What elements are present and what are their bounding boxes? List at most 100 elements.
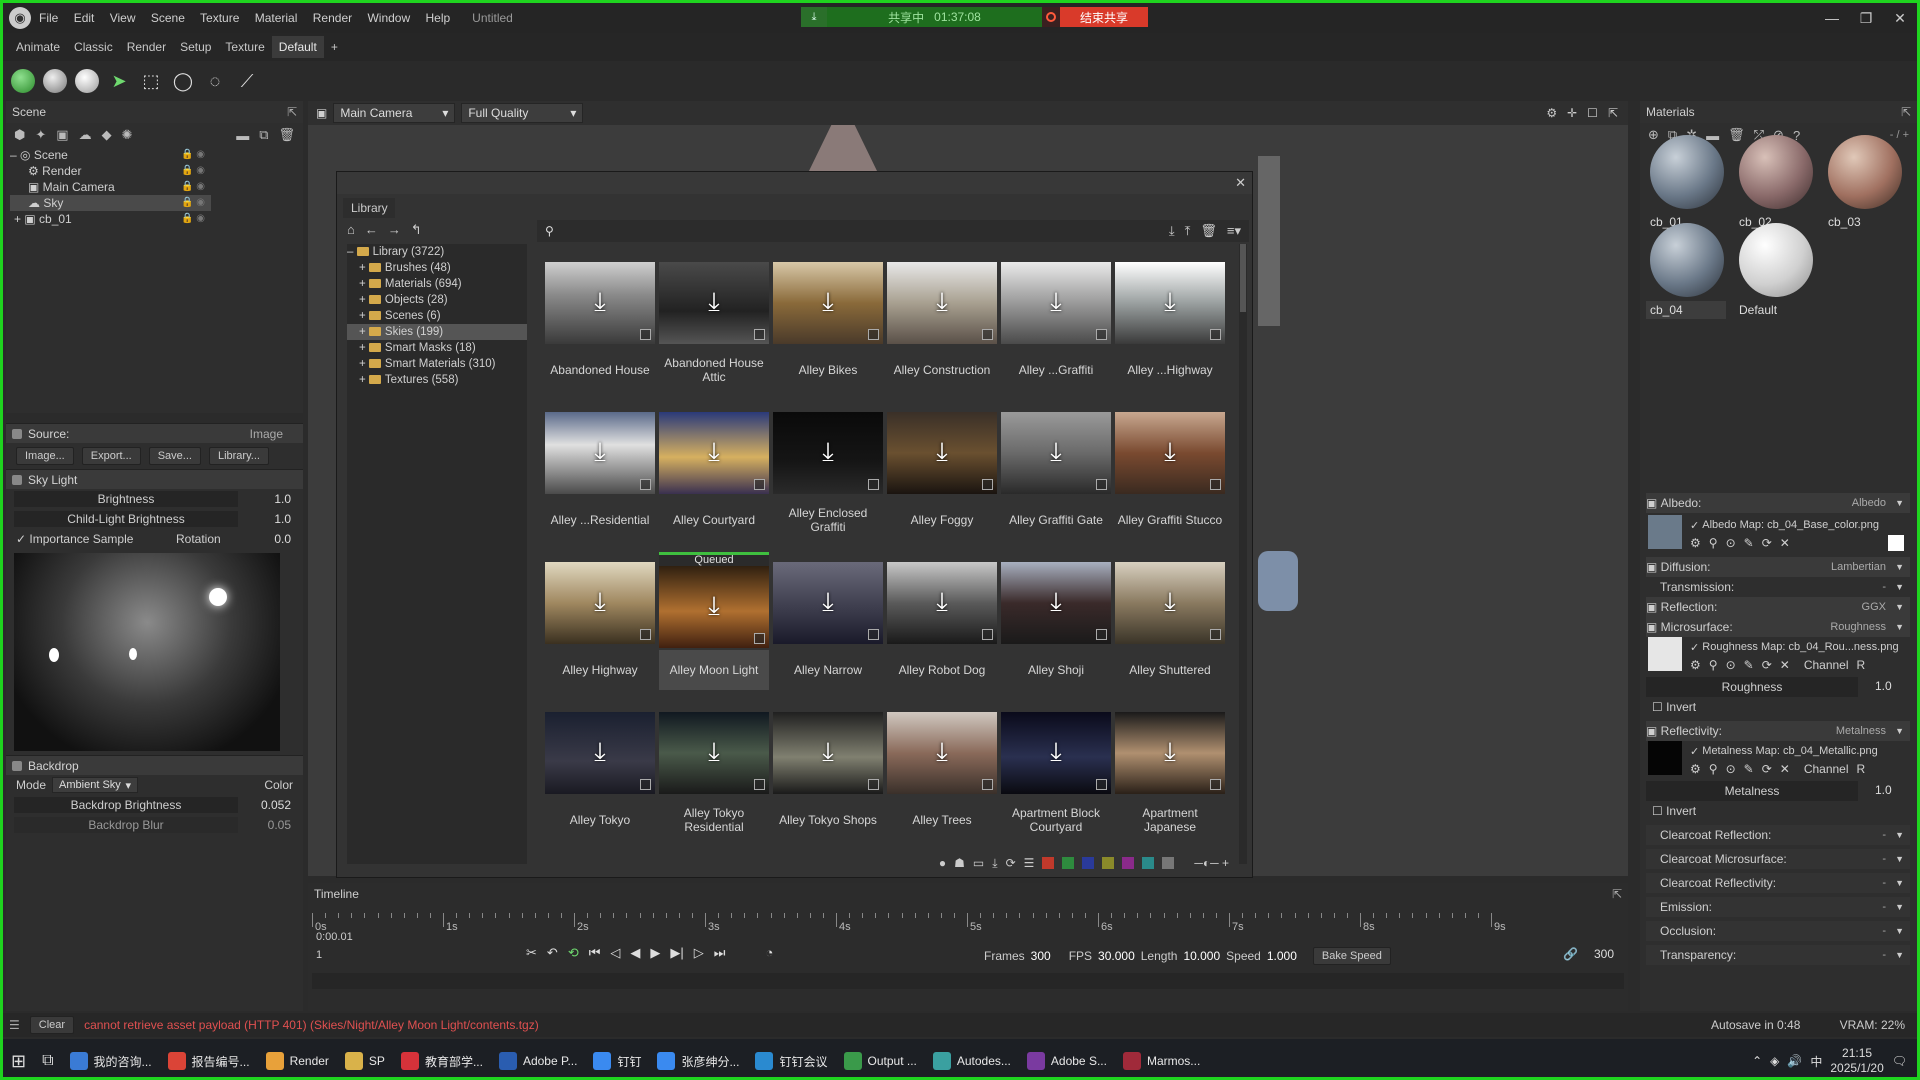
download-icon[interactable]: ⤓ [1156,286,1184,316]
sky-thumbnail[interactable]: ⤓ [659,412,769,494]
sky-thumbnail[interactable]: ⤓ [773,712,883,794]
add-material-icon[interactable]: ⊕ [1648,127,1659,143]
next-frame-icon[interactable]: ▶| [670,945,683,961]
material-section-row[interactable]: Clearcoat Microsurface: - ▼ [1646,849,1910,869]
tree-item-render[interactable]: ⚙ Render 🔒 ◉ [10,163,211,179]
ime-indicator[interactable]: 中 [1810,1053,1822,1070]
reload-icon[interactable]: ⟳ [1762,536,1772,550]
home-icon[interactable]: ⌂ [347,222,355,238]
folder-icon[interactable]: ▬ [1706,128,1719,143]
library-item[interactable]: ⤓ Alley ...Highway [1115,262,1225,397]
download-icon[interactable]: ⤓ [700,436,728,466]
material-section-row[interactable]: Clearcoat Reflectivity: - ▼ [1646,873,1910,893]
taskbar-app[interactable]: 张彦绅分... [649,1039,747,1077]
clay-render-icon[interactable] [75,69,99,93]
pop-out-icon[interactable]: ⇱ [1608,106,1618,120]
download-icon[interactable]: ⤓ [814,436,842,466]
add-object-icon[interactable]: ⬢ [14,127,25,143]
select-checkbox[interactable] [1096,479,1107,490]
metalness-map-thumb[interactable] [1648,741,1682,775]
select-checkbox[interactable] [754,479,765,490]
folder-icon[interactable]: ▬ [236,128,249,143]
task-view-button[interactable]: ⧉ [34,1039,61,1077]
tab-animate[interactable]: Animate [9,36,67,58]
speed-icon[interactable]: ◔ [766,945,774,961]
download-icon[interactable]: ⤓ [1042,586,1070,616]
play-icon[interactable]: ▶ [650,945,660,961]
end-share-button[interactable]: 结束共享 [1060,7,1148,27]
child-brightness-value[interactable]: 1.0 [274,512,291,526]
blue-tag-swatch[interactable] [1082,857,1095,869]
link-icon[interactable]: 🔗 [1563,947,1578,961]
reflectivity-header[interactable]: ▣ Reflectivity: Metalness ▼ [1646,721,1910,741]
notification-icon[interactable]: 🗨 [1892,1054,1907,1068]
library-item[interactable]: ⤓ Apartment Block Courtyard [1001,712,1111,847]
library-item[interactable]: ⤓ Alley Graffiti Stucco [1115,412,1225,547]
channel-dropdown[interactable]: R [1857,762,1866,776]
tab-classic[interactable]: Classic [67,36,120,58]
move-icon[interactable]: ✛ [1567,106,1577,120]
tab-add[interactable]: + [324,36,345,58]
maximize-icon[interactable]: ❐ [1849,3,1883,33]
list-view-icon[interactable]: ☰ [1024,856,1035,870]
length-value[interactable]: 10.000 [1183,949,1220,963]
library-item[interactable]: ⤓ Alley Tokyo [545,712,655,847]
library-item[interactable]: ⤓ Alley ...Graffiti [1001,262,1111,397]
taskbar-app[interactable]: Output ... [836,1039,925,1077]
material-sphere[interactable] [1650,135,1724,209]
backdrop-blur-row[interactable]: Backdrop Blur 0.05 [6,815,303,835]
library-item[interactable]: ⤓ Alley Shoji [1001,562,1111,697]
person-filter-icon[interactable]: ☗ [954,856,965,870]
volume-icon[interactable]: 🔊 [1787,1054,1802,1068]
taskbar-app[interactable]: 教育部学... [393,1039,491,1077]
roughness-map-thumb[interactable] [1648,637,1682,671]
sky-thumbnail[interactable]: ⤓ [1115,562,1225,644]
download-icon[interactable]: ⤓ [814,736,842,766]
reflection-header[interactable]: ▣ Reflection: GGX ▼ [1646,597,1910,617]
taskbar-app[interactable]: Autodes... [925,1039,1019,1077]
sky-thumbnail[interactable]: ⤓ [545,712,655,794]
download-icon[interactable]: ⤓ [928,286,956,316]
up-icon[interactable]: ↰ [411,222,422,238]
trash-icon[interactable]: 🗑 [1200,223,1217,239]
export-button[interactable]: Export... [81,447,141,465]
forward-icon[interactable]: → [388,222,401,238]
menu-view[interactable]: View [110,11,136,25]
select-checkbox[interactable] [1096,629,1107,640]
taskbar-app[interactable]: 钉钉会议 [747,1039,835,1077]
material-label[interactable]: cb_03 [1824,213,1904,231]
taskbar-app[interactable]: 报告编号... [160,1039,258,1077]
cut-icon[interactable]: ✂ [526,945,537,961]
sphere-filter-icon[interactable]: ● [939,856,946,870]
sky-thumbnail[interactable]: ⤓ [545,562,655,644]
library-item[interactable]: ⤓ Abandoned House Attic [659,262,769,397]
roughness-slider[interactable]: Roughness [1646,677,1858,697]
material-sphere[interactable] [1739,135,1813,209]
select-checkbox[interactable] [640,329,651,340]
select-checkbox[interactable] [1096,779,1107,790]
current-frame[interactable]: 1 [316,949,322,961]
remove-icon[interactable]: ✕ [1780,536,1790,550]
sky-thumbnail[interactable]: ⤓ [659,712,769,794]
download-icon[interactable]: ⤓ [1156,736,1184,766]
download-icon[interactable]: ⤓ [586,586,614,616]
lib-tree-materials[interactable]: + Materials (694) [347,276,527,292]
search-icon[interactable]: ⚲ [1709,658,1718,672]
select-checkbox[interactable] [1210,329,1221,340]
select-checkbox[interactable] [868,779,879,790]
edit-icon[interactable]: ✎ [1744,658,1754,672]
monitor-filter-icon[interactable]: ▭ [973,856,984,870]
sky-thumbnail[interactable]: ⤓ [1115,712,1225,794]
green-tag-swatch[interactable] [1062,857,1075,869]
camera-dropdown[interactable]: Main Camera ▾ [333,103,456,123]
record-icon[interactable] [1042,7,1060,27]
microsurface-header[interactable]: ▣ Microsurface: Roughness ▼ [1646,617,1910,637]
save-button[interactable]: Save... [148,447,201,465]
library-item[interactable]: ⤓ Alley Shuttered [1115,562,1225,697]
sky-thumbnail[interactable]: ⤓ [545,262,655,344]
download-icon[interactable]: ⤓ [700,590,728,620]
tab-setup[interactable]: Setup [173,36,218,58]
select-checkbox[interactable] [982,629,993,640]
download-icon[interactable]: ⤓ [700,736,728,766]
add-group-icon[interactable]: ✺ [122,127,133,143]
